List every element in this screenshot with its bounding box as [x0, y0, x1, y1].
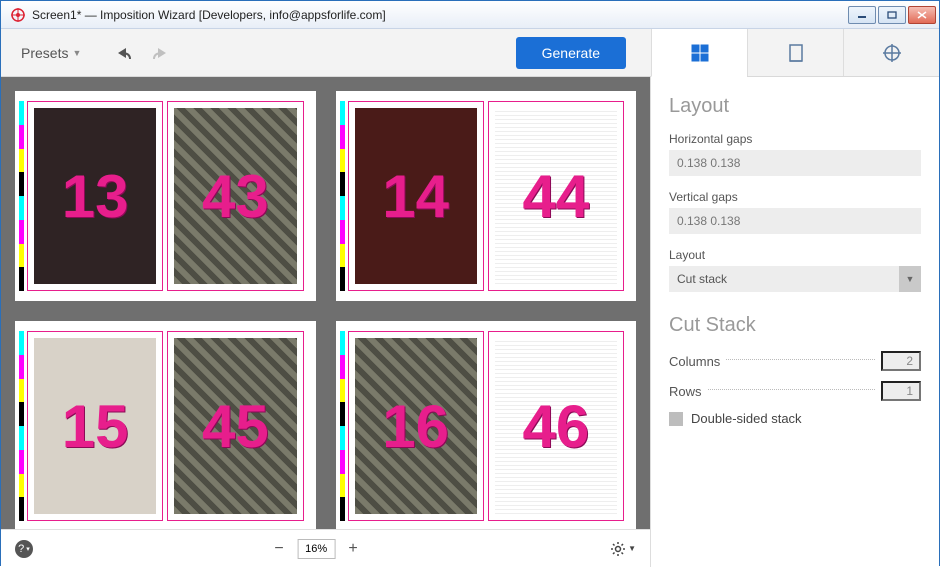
zoom-in-button[interactable]: + [343, 539, 363, 559]
v-gaps-input[interactable] [669, 208, 921, 234]
color-bar-icon [340, 331, 345, 521]
presets-dropdown[interactable]: Presets ▼ [11, 39, 91, 67]
generate-button[interactable]: Generate [516, 37, 626, 69]
columns-input[interactable] [881, 351, 921, 371]
sheet: 13 43 [15, 91, 316, 301]
checkbox-icon [669, 412, 683, 426]
toolbar: Presets ▼ Generate [1, 29, 651, 77]
sheet: 15 45 [15, 321, 316, 529]
chevron-down-icon: ▼ [628, 544, 636, 553]
settings-button[interactable]: ▼ [610, 541, 636, 557]
page-number: 15 [62, 392, 129, 461]
minimize-button[interactable] [848, 6, 876, 24]
color-bar-icon [19, 331, 24, 521]
tab-registration[interactable] [843, 29, 939, 76]
close-button[interactable] [908, 6, 936, 24]
page-number: 13 [62, 162, 129, 231]
presets-label: Presets [21, 45, 68, 61]
tab-page[interactable] [747, 29, 843, 76]
chevron-down-icon: ▼ [899, 266, 921, 292]
zoom-out-button[interactable]: − [269, 539, 289, 559]
layout-select[interactable]: Cut stack ▼ [669, 266, 921, 292]
chevron-down-icon: ▼ [72, 48, 81, 58]
page-number: 43 [202, 162, 269, 231]
page-icon [785, 42, 807, 64]
color-bar-icon [340, 101, 345, 291]
layout-select-value: Cut stack [677, 272, 727, 286]
titlebar: Screen1* — Imposition Wizard [Developers… [1, 1, 939, 29]
gear-icon [610, 541, 626, 557]
page-number: 44 [523, 162, 590, 231]
page-number: 16 [382, 392, 449, 461]
preview-panel: 13 43 14 44 15 45 16 46 ?▾ − [1, 77, 651, 567]
section-title-cutstack: Cut Stack [669, 314, 921, 337]
tab-layout[interactable] [651, 29, 747, 77]
side-tabs [651, 29, 939, 77]
double-sided-label: Double-sided stack [691, 411, 802, 426]
maximize-button[interactable] [878, 6, 906, 24]
app-icon [10, 7, 26, 23]
section-title-layout: Layout [669, 95, 921, 118]
page-number: 46 [523, 392, 590, 461]
h-gaps-input[interactable] [669, 150, 921, 176]
sheet: 14 44 [336, 91, 637, 301]
side-panel: Layout Horizontal gaps Vertical gaps Lay… [651, 77, 939, 567]
page-number: 14 [382, 162, 449, 231]
preview-canvas[interactable]: 13 43 14 44 15 45 16 46 [1, 77, 650, 529]
double-sided-checkbox[interactable]: Double-sided stack [669, 411, 921, 426]
sheet: 16 46 [336, 321, 637, 529]
rows-label: Rows [669, 384, 702, 399]
zoom-input[interactable] [297, 539, 335, 559]
page-number: 45 [202, 392, 269, 461]
chevron-down-icon: ▾ [26, 545, 30, 553]
columns-label: Columns [669, 354, 720, 369]
rows-input[interactable] [881, 381, 921, 401]
color-bar-icon [19, 101, 24, 291]
help-button[interactable]: ?▾ [15, 540, 33, 558]
layout-label: Layout [669, 248, 921, 262]
h-gaps-label: Horizontal gaps [669, 132, 921, 146]
v-gaps-label: Vertical gaps [669, 190, 921, 204]
undo-button[interactable] [111, 40, 137, 66]
window-title: Screen1* — Imposition Wizard [Developers… [32, 8, 848, 22]
layout-grid-icon [689, 42, 711, 64]
registration-mark-icon [881, 42, 903, 64]
preview-footer: ?▾ − + ▼ [1, 529, 650, 567]
redo-button[interactable] [147, 40, 173, 66]
